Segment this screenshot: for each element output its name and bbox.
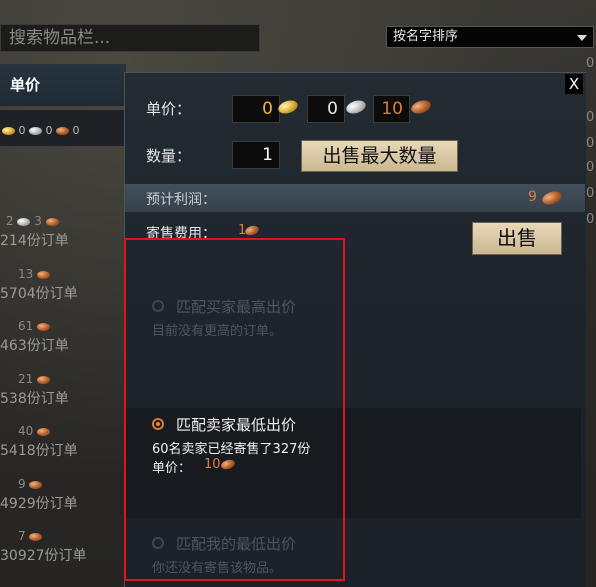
sell-max-quantity-button[interactable]: 出售最大数量 <box>301 140 458 172</box>
quantity-label: 数量： <box>146 147 192 165</box>
price-copper: 3 <box>34 214 42 228</box>
right-edge-value: 0 <box>586 160 595 175</box>
search-input[interactable]: 搜索物品栏... <box>0 24 260 52</box>
highlight-box <box>124 238 345 581</box>
copper-coin-icon <box>29 532 43 541</box>
list-item[interactable]: 61 463份订单 <box>0 319 126 359</box>
chevron-down-icon <box>577 35 587 41</box>
copper-coin-icon <box>37 322 51 331</box>
unit-price-label: 单价： <box>146 100 192 118</box>
order-count: 538份订单 <box>0 391 69 407</box>
list-item[interactable]: 2 3 214份订单 <box>0 214 126 254</box>
price-copper: 7 <box>18 529 26 543</box>
silver-input[interactable]: 0 <box>307 95 345 123</box>
order-count: 30927份订单 <box>0 548 87 564</box>
list-item[interactable]: 7 30927份订单 <box>0 529 126 569</box>
gold-coin-icon <box>2 127 15 135</box>
copper-coin-icon <box>29 480 43 489</box>
copper-coin-icon <box>37 427 51 436</box>
sort-selected-label: 按名字排序 <box>393 29 459 44</box>
price-silver: 2 <box>6 214 14 228</box>
order-count: 5418份订单 <box>0 443 78 459</box>
close-button[interactable]: X <box>565 74 583 94</box>
profit-label: 预计利润： <box>146 192 216 208</box>
copper-coin-icon <box>37 270 51 279</box>
price-value: 21 <box>18 372 51 386</box>
right-edge-value: 0 <box>586 186 595 201</box>
right-edge-value: 0 <box>586 136 595 151</box>
copper-coin-icon <box>45 217 59 226</box>
order-count: 5704份订单 <box>0 286 78 302</box>
price-copper: 40 <box>18 424 34 438</box>
silver-value: 0 <box>45 124 53 137</box>
order-count: 463份订单 <box>0 338 69 354</box>
price-copper: 13 <box>18 267 34 281</box>
list-item[interactable]: 21 538份订单 <box>0 372 126 412</box>
copper-value: 0 <box>72 124 80 137</box>
price-value: 7 <box>18 529 43 543</box>
list-item[interactable]: 0 0 0 <box>0 110 126 146</box>
right-edge-value: 0 <box>586 110 595 125</box>
gold-input[interactable]: 0 <box>232 95 280 123</box>
gold-value: 0 <box>18 124 26 137</box>
copper-coin-icon <box>37 375 51 384</box>
sort-dropdown[interactable]: 按名字排序 <box>386 26 594 48</box>
silver-coin-icon <box>29 127 42 135</box>
price-copper: 21 <box>18 372 34 386</box>
unit-price-column-header[interactable]: 单价 <box>0 64 126 106</box>
price-value: 40 <box>18 424 51 438</box>
order-count: 214份订单 <box>0 233 69 249</box>
list-item[interactable]: 40 5418份订单 <box>0 424 126 464</box>
price-copper: 61 <box>18 319 34 333</box>
price-value: 61 <box>18 319 51 333</box>
price-coins: 0 0 0 <box>2 124 80 137</box>
profit-value: 9 <box>528 189 537 205</box>
order-count: 4929份订单 <box>0 496 78 512</box>
silver-coin-icon <box>17 217 31 226</box>
price-copper: 9 <box>18 477 26 491</box>
quantity-input[interactable]: 1 <box>232 141 280 169</box>
price-value: 13 <box>18 267 51 281</box>
price-value: 2 3 <box>6 214 59 228</box>
right-edge-value: 0 <box>586 212 595 227</box>
list-item[interactable]: 9 4929份订单 <box>0 477 126 517</box>
right-edge-value: 0 <box>586 56 595 71</box>
copper-input[interactable]: 10 <box>373 95 410 123</box>
sell-button[interactable]: 出售 <box>472 222 562 255</box>
copper-coin-icon <box>56 127 69 135</box>
list-item[interactable]: 13 5704份订单 <box>0 267 126 307</box>
price-value: 9 <box>18 477 43 491</box>
